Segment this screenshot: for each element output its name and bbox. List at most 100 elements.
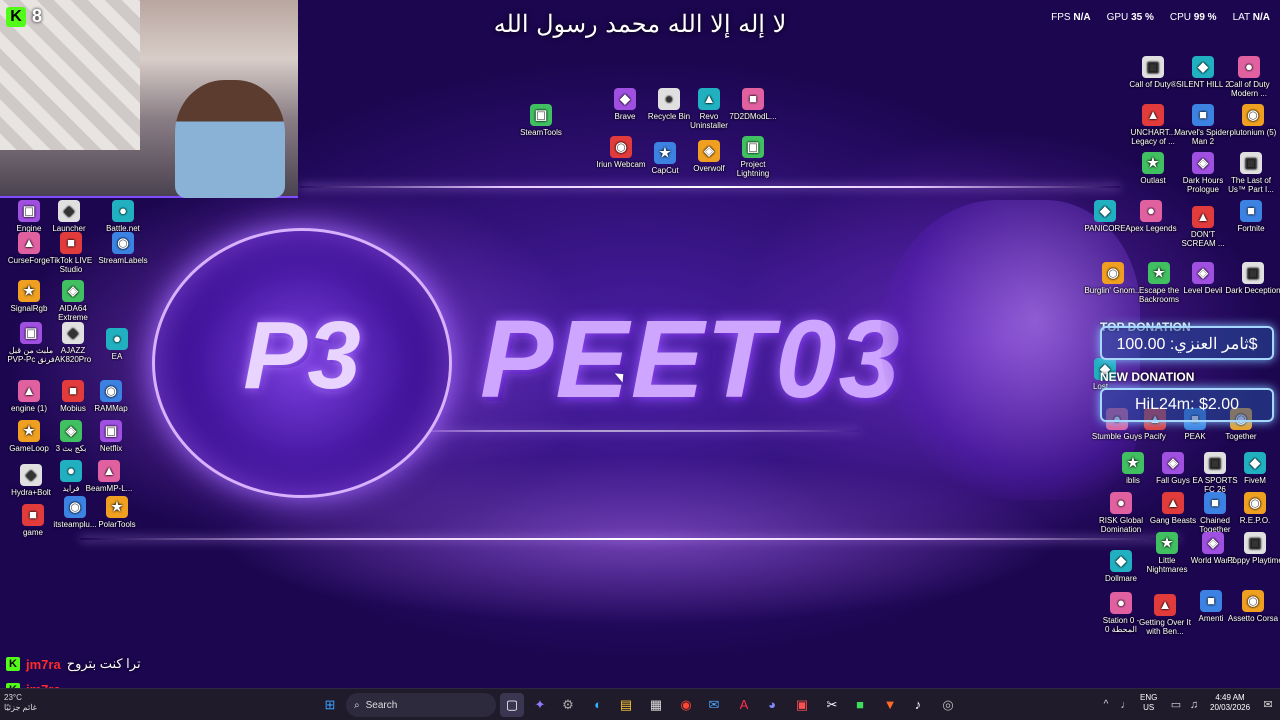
desktop-shortcut-right-8[interactable]: ▣ The Last of Us™ Part I... <box>1222 152 1280 194</box>
capcut-taskbar-icon[interactable]: ✂ <box>820 693 844 717</box>
adobe-icon[interactable]: A <box>732 693 756 717</box>
taskbar: 23°C غائم جزئيًا ⊞ ⌕ Search ▢ ✦ ⚙ ◐ ▤ ▦ … <box>0 688 1280 720</box>
desktop-shortcut-right-2[interactable]: ● Call of Duty Modern ... <box>1220 56 1278 98</box>
performance-stats: FPS N/A GPU 35 % CPU 99 % LAT N/A <box>1051 12 1270 23</box>
shortcut-label: Station 0 - المحطة 0 <box>1102 616 1140 634</box>
tiktok-icon: ■ <box>60 232 82 254</box>
new-donation-label: NEW DONATION <box>1100 370 1195 384</box>
folder-icon: ● <box>60 460 82 482</box>
wwz-icon: ◈ <box>1202 532 1224 554</box>
desktop-shortcut-top-4[interactable]: ■ 7D2DModL... <box>724 88 782 121</box>
microphone-icon[interactable]: ♩ <box>1114 693 1138 717</box>
desktop-shortcut-left-4[interactable]: ■ TikTok LIVE Studio <box>42 232 100 274</box>
gnomes-icon: ◉ <box>1102 262 1124 284</box>
folder-icon: ◉ <box>64 496 86 518</box>
shortcut-label: RISK Global Domination <box>1098 516 1144 534</box>
desktop-shortcut-left-5[interactable]: ◉ StreamLabels <box>94 232 152 265</box>
fc26-icon: ▣ <box>1204 452 1226 474</box>
desktop-shortcut-right-16[interactable]: ▣ Dark Deception <box>1224 262 1280 295</box>
chrome-icon[interactable]: ◉ <box>674 693 698 717</box>
new-donation-box: HiL24m: $2.00 <box>1100 388 1274 422</box>
weather-text: غائم جزئيًا <box>4 703 37 712</box>
fps-stat: FPS N/A <box>1051 12 1091 23</box>
shortcut-label: Dark Hours Prologue <box>1182 176 1224 194</box>
store-icon[interactable]: ▦ <box>644 693 668 717</box>
desktop-shortcut-right-26[interactable]: ● RISK Global Domination <box>1092 492 1150 534</box>
search-box[interactable]: ⌕ Search <box>346 693 496 717</box>
volume-icon[interactable]: ♫ <box>1182 693 1206 717</box>
desktop-shortcut-left-2[interactable]: ● Battle.net <box>94 200 152 233</box>
weather-widget[interactable]: 23°C غائم جزئيًا <box>4 693 37 713</box>
windows-start-icon[interactable]: ⊞ <box>318 693 342 717</box>
file-icon: ▲ <box>98 460 120 482</box>
shortcut-label: Fall Guys <box>1156 476 1190 485</box>
desktop-shortcut-top-8[interactable]: ▣ Project Lightning <box>724 136 782 178</box>
desktop-shortcut-left-22[interactable]: ★ PolarTools <box>88 496 146 529</box>
silenthill-icon: ◆ <box>1192 56 1214 78</box>
clock-time: 4:49 AM <box>1215 693 1245 702</box>
amenti-icon: ■ <box>1200 590 1222 612</box>
shortcut-label: Escape the Backrooms <box>1138 286 1180 304</box>
uncharted-icon: ▲ <box>1142 104 1164 126</box>
aida64-icon: ◈ <box>62 280 84 302</box>
notification-icon[interactable]: ✉ <box>1256 693 1280 717</box>
shortcut-label: Dollmare <box>1104 574 1137 583</box>
shortcut-label: Netflix <box>99 444 123 453</box>
fallguys-icon: ◈ <box>1162 452 1184 474</box>
edge-icon[interactable]: ◐ <box>586 693 610 717</box>
chat-username: jm7ra <box>26 656 61 672</box>
desktop-shortcut-right-29[interactable]: ◉ R.E.P.O. <box>1226 492 1280 525</box>
language-indicator[interactable]: ENG US <box>1140 693 1157 713</box>
stream-app-icon[interactable]: ▣ <box>790 693 814 717</box>
desktop-shortcut-left-7[interactable]: ◈ AIDA64 Extreme <box>44 280 102 322</box>
tiktok-taskbar-icon[interactable]: ♪ <box>906 693 930 717</box>
shortcut-label: Call of Duty® <box>1129 80 1177 89</box>
darkdeception-icon: ▣ <box>1242 262 1264 284</box>
poppy-icon: ▣ <box>1244 532 1266 554</box>
desktop-shortcut-right-37[interactable]: ◉ Assetto Corsa <box>1224 590 1280 623</box>
shortcut-label: The Last of Us™ Part I... <box>1228 176 1274 194</box>
obs-icon[interactable]: ◎ <box>936 693 960 717</box>
webcam-overlay: K 8 <box>0 0 298 198</box>
shortcut-label: CapCut <box>651 166 679 175</box>
desktop-shortcut-right-5[interactable]: ◉ plutonium (5) <box>1224 104 1280 137</box>
leveldevil-icon: ◈ <box>1192 262 1214 284</box>
shortcut-label: PANICORE <box>1084 224 1126 233</box>
copilot-icon[interactable]: ✦ <box>528 693 552 717</box>
shortcut-label: StreamLabels <box>98 256 148 265</box>
shortcut-label: Pacify <box>1144 432 1166 441</box>
cod-mw-icon: ● <box>1238 56 1260 78</box>
desktop-shortcut-right-33[interactable]: ◆ Dollmare <box>1092 550 1150 583</box>
chat-message: K jm7ra ترا كنت بتروح <box>6 656 141 672</box>
file-explorer-icon[interactable]: ▤ <box>614 693 638 717</box>
ajazz-icon: ◆ <box>62 322 84 344</box>
brave-taskbar-icon[interactable]: ▼ <box>878 693 902 717</box>
folder-icon: ▣ <box>20 322 42 344</box>
desktop-shortcut-right-32[interactable]: ▣ Poppy Playtime <box>1226 532 1280 565</box>
desktop-shortcut-left-13[interactable]: ◉ RAMMap <box>82 380 140 413</box>
shortcut-label: TikTok LIVE Studio <box>49 256 93 274</box>
shortcut-label: game <box>22 528 43 537</box>
desktop-shortcut-left-19[interactable]: ▲ BeamMP-L... <box>80 460 138 493</box>
overwolf-icon: ◈ <box>698 140 720 162</box>
desktop-shortcut-left-16[interactable]: ▣ Netflix <box>82 420 140 453</box>
cpu-stat: CPU 99 % <box>1169 12 1217 23</box>
outlook-icon[interactable]: ✉ <box>702 693 726 717</box>
desktop-shortcut-right-12[interactable]: ■ Fortnite <box>1222 200 1280 233</box>
desktop-shortcut-right-25[interactable]: ◆ FiveM <box>1226 452 1280 485</box>
desktop-shortcut-left-10[interactable]: ● EA <box>88 328 146 361</box>
station0-icon: ● <box>1110 592 1132 614</box>
shortcut-label: AJAZZ AK820Pro <box>54 346 92 364</box>
clock[interactable]: 4:49 AM 20/03/2026 <box>1210 693 1250 713</box>
file-icon: ★ <box>18 420 40 442</box>
task-view-icon[interactable]: ▢ <box>500 693 524 717</box>
shortcut-label: engine (1) <box>10 404 48 413</box>
minecraft-icon[interactable]: ■ <box>848 693 872 717</box>
discord-icon[interactable]: ◕ <box>760 693 784 717</box>
launcher-icon: ◆ <box>58 200 80 222</box>
desktop-shortcut-top-0[interactable]: ▣ SteamTools <box>512 104 570 137</box>
desktop-shortcut-right-10[interactable]: ● Apex Legends <box>1122 200 1180 233</box>
settings-icon[interactable]: ⚙ <box>556 693 580 717</box>
desktop-shortcut-left-1[interactable]: ◆ Launcher <box>40 200 98 233</box>
iblis-icon: ★ <box>1122 452 1144 474</box>
